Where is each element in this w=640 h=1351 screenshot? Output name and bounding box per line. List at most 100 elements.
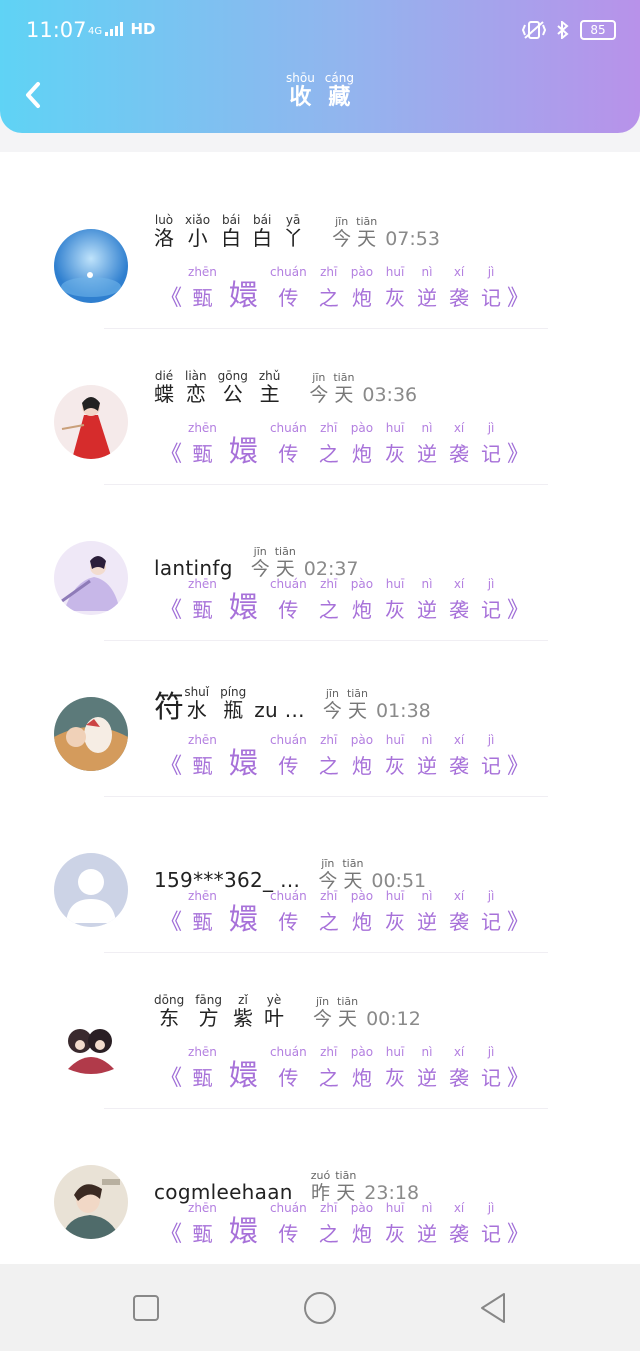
pinyin-char: 袭xí	[449, 733, 470, 778]
collect-date: 今jīn天tiān 07:53	[332, 215, 440, 251]
pinyin-char: 传chuán	[269, 1045, 307, 1090]
divider	[104, 640, 548, 641]
pinyin-char: 灰huī	[385, 1201, 406, 1246]
avatar[interactable]	[54, 853, 128, 927]
pinyin-char: 嬛	[228, 902, 258, 936]
status-time: 11:07	[26, 18, 87, 42]
pinyin-char: 叶yè	[264, 993, 284, 1030]
collect-date: 昨zuó天tiān23:18	[311, 1169, 419, 1205]
pinyin-char: 灰huī	[385, 889, 406, 934]
book-title-link[interactable]: 《甄zhēn 嬛 传chuán 之zhī 炮pào 灰huī 逆nì 袭xí 记jì》	[160, 1201, 530, 1250]
favorite-item[interactable]: cogmleehaan 昨zuó天tiān23:18 《甄zhēn 嬛 传chuán 之z…	[0, 1110, 640, 1265]
author-name-row: 蝶dié 恋liàn 公gōng 主zhǔ 今jīn天tiān 03:36	[154, 369, 418, 407]
book-bracket-open: 《	[160, 598, 183, 623]
pinyin-char: 逆nì	[417, 1201, 438, 1246]
pinyin-char: 今jīn	[250, 545, 270, 580]
favorite-item[interactable]: lantinfg 今jīn天tiān02:37 《甄zhēn 嬛 传chuán 之zhī 炮…	[0, 486, 640, 641]
book-title-link[interactable]: 《甄zhēn 嬛 传chuán 之zhī 炮pào 灰huī 逆nì 袭xí 记jì》	[160, 577, 529, 626]
pinyin-char: 袭xí	[449, 265, 470, 310]
pinyin-char: 炮pào	[350, 733, 374, 778]
divider	[104, 328, 548, 329]
system-nav-bar	[0, 1264, 640, 1351]
book-title-link[interactable]: 《甄zhēn 嬛 传chuán 之zhī 炮pào 灰huī 逆nì 袭xí 记jì》	[160, 1045, 529, 1094]
avatar[interactable]	[54, 541, 128, 615]
pinyin-char: 嬛	[228, 1058, 258, 1092]
pinyin-char: 嬛	[228, 746, 258, 780]
favorite-item[interactable]: 东dōng 方fāng 紫zǐ 叶yè 今jīn天tiān 00:12 《甄zhēn 嬛 传ch…	[0, 954, 640, 1109]
collect-time: 03:36	[362, 384, 418, 406]
pinyin-char: 袭xí	[449, 1201, 470, 1246]
pinyin-char: 小xiǎo	[185, 213, 211, 250]
pinyin-char: 灰huī	[385, 577, 406, 622]
favorite-item[interactable]: 符水shuǐ 瓶píng zu … 今jīn天tiān 01:38 《甄zhēn 嬛 传chu…	[0, 642, 640, 797]
pinyin-char: 收shōu	[286, 71, 315, 110]
pinyin-char: 逆nì	[417, 733, 438, 778]
pinyin-char: 东dōng	[154, 993, 185, 1030]
avatar[interactable]	[54, 229, 128, 303]
pinyin-char: 公gōng	[217, 369, 248, 406]
book-title-link[interactable]: 《甄zhēn 嬛 传chuán 之zhī 炮pào 灰huī 逆nì 袭xí 记jì》	[160, 421, 529, 470]
pinyin-char: 主zhǔ	[258, 369, 281, 406]
pinyin-char: 袭xí	[449, 889, 470, 934]
pinyin-char: 记jì	[481, 733, 502, 778]
book-title-link[interactable]: 《甄zhēn 嬛 传chuán 之zhī 炮pào 灰huī 逆nì 袭xí 记jì》	[160, 265, 530, 314]
circle-icon	[304, 1292, 336, 1324]
pinyin-char: 嬛	[228, 278, 258, 312]
home-button[interactable]	[300, 1288, 340, 1328]
recent-apps-button[interactable]	[126, 1288, 166, 1328]
pinyin-char: 传chuán	[269, 265, 307, 310]
book-bracket-close: 》	[507, 1222, 530, 1247]
book-title-link[interactable]: 《甄zhēn 嬛 传chuán 之zhī 炮pào 灰huī 逆nì 袭xí 记jì》	[160, 733, 529, 782]
favorite-item[interactable]: 159***362_ … 今jīn天tiān00:51 《甄zhēn 嬛 传chuán 之…	[0, 798, 640, 953]
book-bracket-open: 《	[160, 754, 183, 779]
divider	[104, 484, 548, 485]
pinyin-char: 天tiān	[346, 687, 369, 722]
favorites-list: 洛luò小xiǎo白bái白bái丫yā今jīn天tiān07:53 《甄zhēn…	[0, 152, 640, 1265]
collect-date: 今jīn天tiān02:37	[250, 545, 359, 581]
pinyin-char: 传chuán	[269, 889, 307, 934]
pinyin-char: 记jì	[481, 577, 502, 622]
book-bracket-open: 《	[160, 1222, 183, 1247]
pinyin-char: 炮pào	[350, 421, 374, 466]
favorite-item[interactable]: 洛luò 小xiǎo 白bái 白bái 丫yā 今jīn天tiān 07:53 《甄zhēn…	[0, 174, 640, 329]
author-name-row: 符水shuǐ 瓶píng zu … 今jīn天tiān 01:38	[154, 682, 431, 726]
pinyin-char: 炮pào	[350, 265, 374, 310]
book-bracket-close: 》	[507, 286, 530, 311]
avatar[interactable]	[54, 385, 128, 459]
divider	[104, 1108, 548, 1109]
pinyin-char: 今jīn	[309, 371, 329, 406]
favorite-item[interactable]: 蝶dié 恋liàn 公gōng 主zhǔ 今jīn天tiān 03:36 《甄zhēn 嬛传…	[0, 330, 640, 485]
pinyin-char: 天tiān	[337, 995, 359, 1030]
pinyin-char: 甄zhēn	[188, 265, 217, 310]
pinyin-char: 紫zǐ	[233, 993, 253, 1030]
collect-date: 今jīn天tiān 01:38	[323, 687, 431, 723]
pinyin-char: 炮pào	[350, 577, 374, 622]
system-back-button[interactable]	[474, 1288, 514, 1328]
author-name-row: cogmleehaan 昨zuó天tiān23:18	[154, 1169, 419, 1205]
collect-date: 今jīn天tiān 03:36	[309, 371, 418, 407]
avatar[interactable]	[54, 1165, 128, 1239]
pinyin-char: 甄zhēn	[188, 577, 217, 622]
pinyin-char: 甄zhēn	[188, 733, 217, 778]
pinyin-char: 逆nì	[417, 265, 438, 310]
avatar[interactable]	[54, 697, 128, 771]
pinyin-char: 嬛	[228, 590, 258, 624]
pinyin-char: 甄zhēn	[188, 421, 217, 466]
pinyin-char: 今jīn	[313, 995, 333, 1030]
pinyin-char: 记jì	[481, 1045, 502, 1090]
collect-time: 01:38	[375, 700, 431, 722]
pinyin-char: 甄zhēn	[188, 1201, 217, 1246]
collect-date: 今jīn天tiān 00:12	[313, 995, 421, 1031]
book-bracket-open: 《	[160, 1066, 183, 1091]
book-title-link[interactable]: 《甄zhēn 嬛 传chuán 之zhī 炮pào 灰huī 逆nì 袭xí 记jì》	[160, 889, 529, 938]
pinyin-char: 甄zhēn	[188, 1045, 217, 1090]
pinyin-char: 甄zhēn	[188, 889, 217, 934]
pinyin-char: 嬛	[228, 1214, 258, 1248]
avatar[interactable]	[54, 1009, 128, 1083]
pinyin-char: 灰huī	[385, 1045, 406, 1090]
pinyin-char: 丫yā	[283, 213, 304, 250]
book-bracket-open: 《	[160, 910, 183, 935]
app-header: 11:07 4G HD 85 收shōu 藏cáng	[0, 0, 640, 133]
pinyin-char: 记jì	[481, 889, 502, 934]
pinyin-char: 传chuán	[269, 733, 307, 778]
